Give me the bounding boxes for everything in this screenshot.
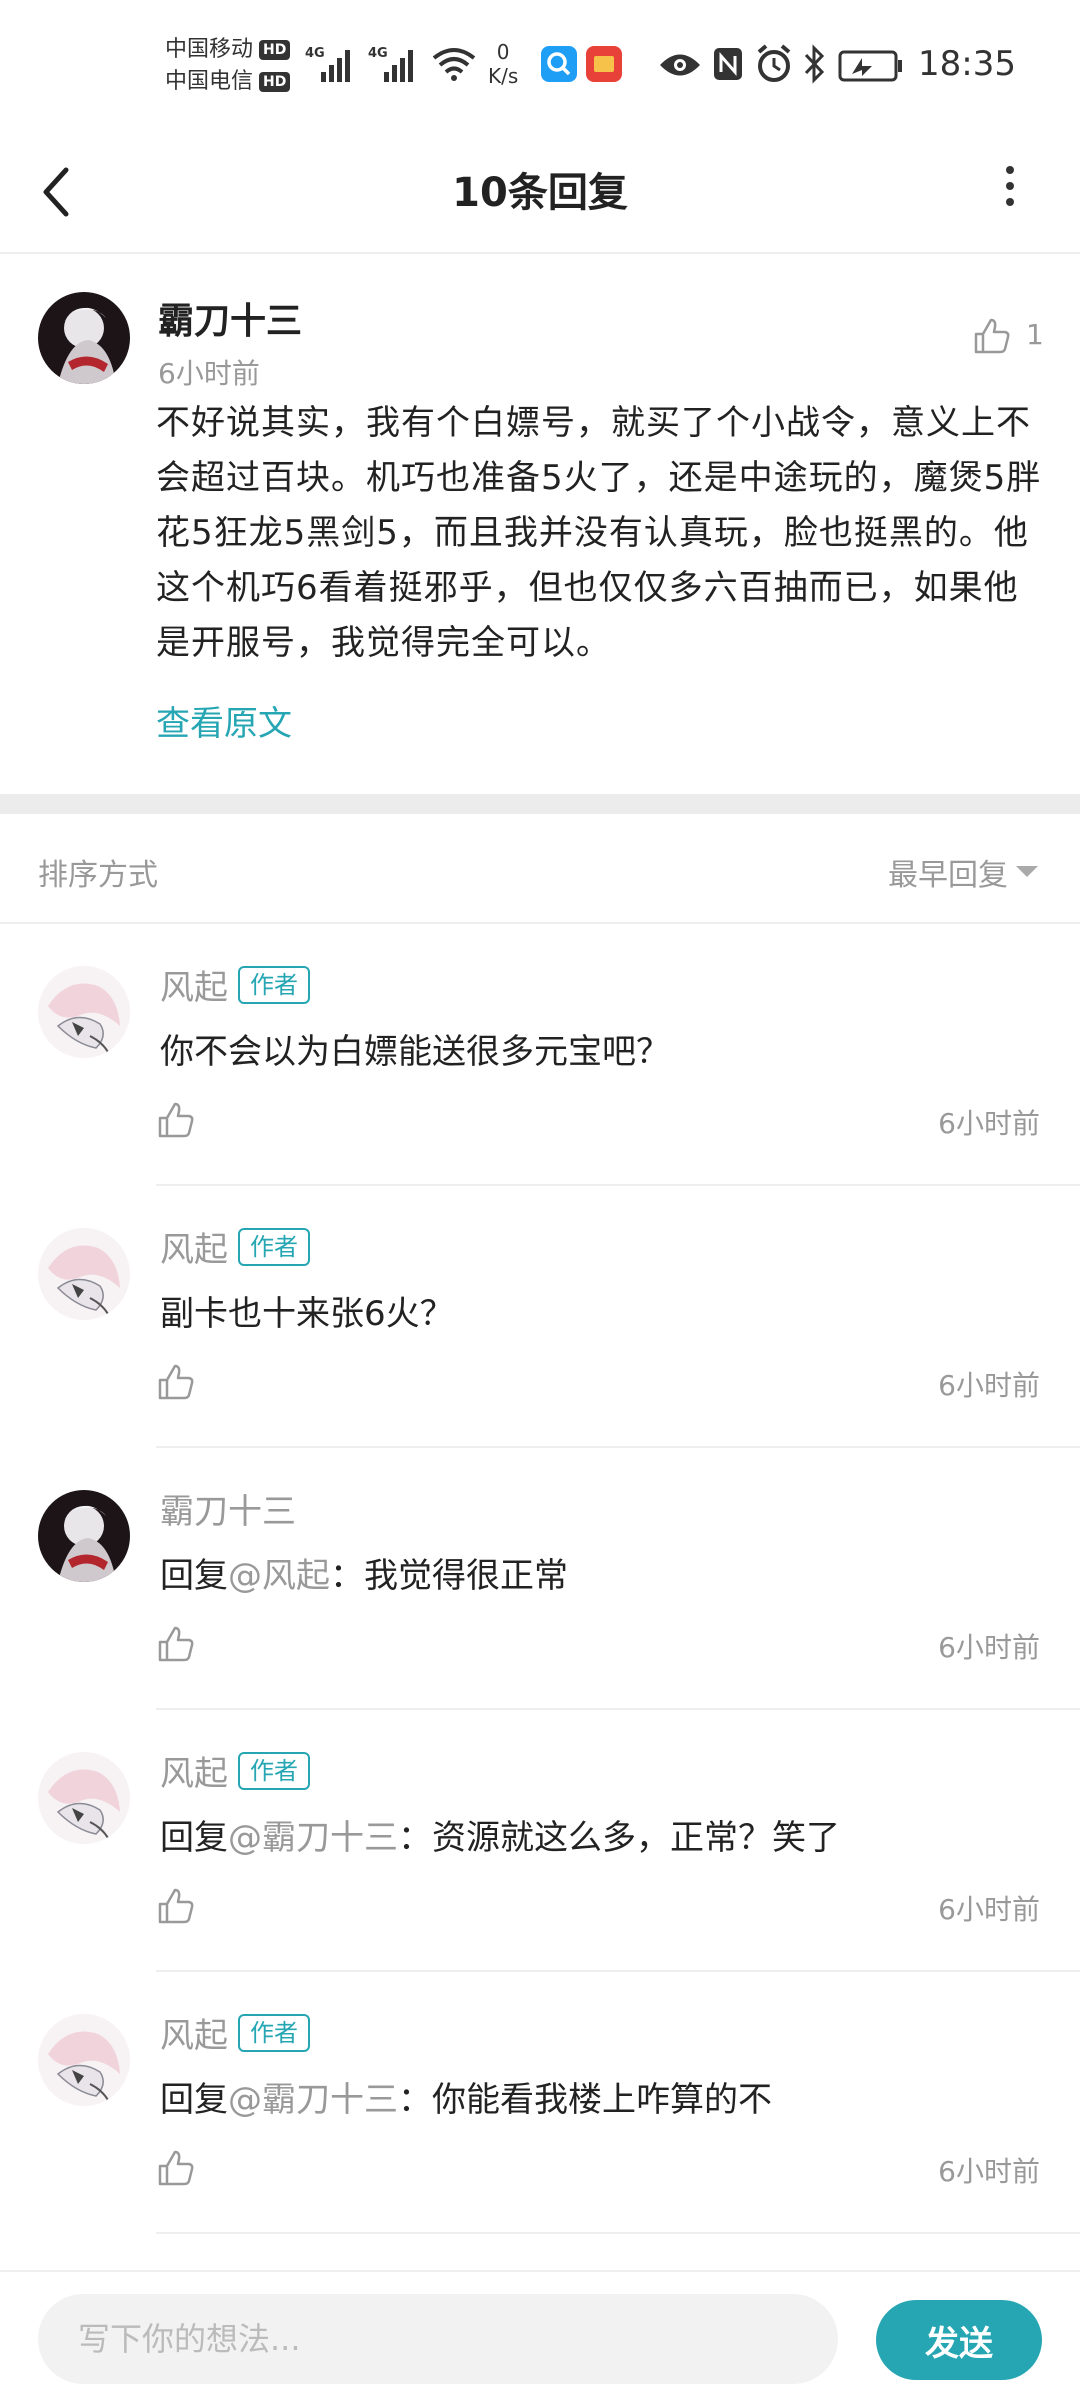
reply-text: 回复@霸刀十三：资源就这么多，正常？笑了 bbox=[160, 1810, 840, 1859]
hd-badge: HD bbox=[259, 40, 291, 60]
news-app-icon bbox=[586, 46, 622, 82]
reply-body: ：我觉得很正常 bbox=[330, 1556, 568, 1596]
divider bbox=[156, 2232, 1080, 2234]
reply-time: 6小时前 bbox=[938, 1631, 1040, 1664]
reply-time: 6小时前 bbox=[938, 2155, 1040, 2188]
carrier-info: 中国移动 HD 中国电信 HD bbox=[165, 34, 291, 98]
reply-text: 副卡也十来张6火？ bbox=[160, 1286, 454, 1335]
reply-time: 6小时前 bbox=[938, 1893, 1040, 1926]
mention-link[interactable]: @霸刀十三 bbox=[228, 2080, 398, 2120]
reply-author[interactable]: 风起 bbox=[160, 960, 228, 1009]
comment-time: 6小时前 bbox=[158, 357, 260, 390]
avatar[interactable] bbox=[38, 1490, 130, 1582]
reply-prefix: 回复 bbox=[160, 2080, 228, 2120]
hd-badge: HD bbox=[259, 72, 291, 92]
author-badge: 作者 bbox=[238, 1227, 310, 1266]
section-divider bbox=[0, 794, 1080, 814]
reply-item[interactable]: 风起 作者 回复@霸刀十三：资源就这么多，正常？笑了 6小时前 bbox=[0, 1710, 1080, 1972]
reply-text: 回复@霸刀十三：你能看我楼上咋算的不 bbox=[160, 2072, 772, 2121]
carrier-2: 中国电信 bbox=[165, 69, 254, 94]
status-bar: 中国移动 HD 中国电信 HD 4G 4G 0 K/s 18:35 bbox=[0, 0, 1080, 130]
reply-item[interactable]: 风起 作者 回复@霸刀十三：你能看我楼上咋算的不 6小时前 bbox=[0, 1972, 1080, 2234]
reply-prefix: 回复 bbox=[160, 1556, 228, 1596]
comment-author[interactable]: 霸刀十三 bbox=[158, 292, 302, 344]
avatar[interactable] bbox=[38, 1228, 130, 1320]
author-badge: 作者 bbox=[238, 965, 310, 1004]
carrier-1: 中国移动 bbox=[165, 37, 254, 62]
avatar[interactable] bbox=[38, 966, 130, 1058]
reply-time: 6小时前 bbox=[938, 1369, 1040, 1402]
reply-item[interactable]: 风起 作者你不会以为白嫖能送很多元宝吧？ 6小时前 bbox=[0, 924, 1080, 1186]
reply-prefix: 回复 bbox=[160, 1818, 228, 1858]
mention-link[interactable]: @风起 bbox=[228, 1556, 330, 1596]
send-button[interactable]: 发送 bbox=[876, 2300, 1042, 2380]
clock: 18:35 bbox=[918, 44, 1016, 84]
search-app-icon bbox=[541, 46, 577, 82]
battery-icon bbox=[838, 50, 902, 82]
sort-dropdown[interactable]: 最早回复 bbox=[888, 850, 1008, 894]
thumbs-up-icon[interactable] bbox=[972, 316, 1012, 356]
reply-author[interactable]: 风起 bbox=[160, 2008, 228, 2057]
reply-time: 6小时前 bbox=[938, 1107, 1040, 1140]
sort-bar: 排序方式 最早回复 bbox=[0, 814, 1080, 924]
wifi-icon bbox=[432, 48, 476, 81]
eye-icon bbox=[660, 54, 700, 76]
avatar[interactable] bbox=[38, 2014, 130, 2106]
comment-input[interactable] bbox=[38, 2294, 838, 2384]
thumbs-up-icon[interactable] bbox=[156, 1362, 196, 1402]
main-comment: 霸刀十三 6小时前 1 不好说其实，我有个白嫖号，就买了个小战令，意义上不会超过… bbox=[0, 254, 1080, 794]
more-vertical-icon[interactable] bbox=[996, 160, 1024, 220]
nfc-icon bbox=[714, 48, 742, 80]
reply-author[interactable]: 风起 bbox=[160, 1746, 228, 1795]
thumbs-up-icon[interactable] bbox=[156, 2148, 196, 2188]
thumbs-up-icon[interactable] bbox=[156, 1100, 196, 1140]
avatar[interactable] bbox=[38, 292, 130, 384]
thumbs-up-icon[interactable] bbox=[156, 1624, 196, 1664]
sort-label: 排序方式 bbox=[38, 858, 158, 893]
composer-bar: 发送 bbox=[0, 2270, 1080, 2402]
like-count: 1 bbox=[1026, 318, 1044, 351]
view-original-link[interactable]: 查看原文 bbox=[156, 696, 292, 745]
thumbs-up-icon[interactable] bbox=[156, 1886, 196, 1926]
reply-body: ：你能看我楼上咋算的不 bbox=[398, 2080, 772, 2120]
reply-item[interactable]: 霸刀十三回复@风起：我觉得很正常 6小时前 bbox=[0, 1448, 1080, 1710]
avatar[interactable] bbox=[38, 1752, 130, 1844]
comment-content: 不好说其实，我有个白嫖号，就买了个小战令，意义上不会超过百块。机巧也准备5火了，… bbox=[156, 403, 1042, 663]
reply-text: 回复@风起：我觉得很正常 bbox=[160, 1548, 568, 1597]
reply-body: 副卡也十来张6火？ bbox=[160, 1294, 454, 1334]
page-title: 10条回复 bbox=[452, 170, 628, 216]
reply-author[interactable]: 霸刀十三 bbox=[160, 1484, 296, 1533]
author-badge: 作者 bbox=[238, 2013, 310, 2052]
author-badge: 作者 bbox=[238, 1751, 310, 1790]
reply-author[interactable]: 风起 bbox=[160, 1222, 228, 1271]
chevron-down-icon[interactable] bbox=[1016, 866, 1038, 877]
mention-link[interactable]: @霸刀十三 bbox=[228, 1818, 398, 1858]
reply-text: 你不会以为白嫖能送很多元宝吧？ bbox=[160, 1024, 670, 1073]
network-speed: 0 K/s bbox=[488, 40, 519, 88]
alarm-icon bbox=[757, 44, 791, 82]
bluetooth-icon bbox=[804, 44, 825, 84]
reply-body: ：资源就这么多，正常？笑了 bbox=[398, 1818, 840, 1858]
reply-body: 你不会以为白嫖能送很多元宝吧？ bbox=[160, 1032, 670, 1072]
page-header: 10条回复 bbox=[0, 130, 1080, 254]
reply-item[interactable]: 风起 作者副卡也十来张6火？ 6小时前 bbox=[0, 1186, 1080, 1448]
